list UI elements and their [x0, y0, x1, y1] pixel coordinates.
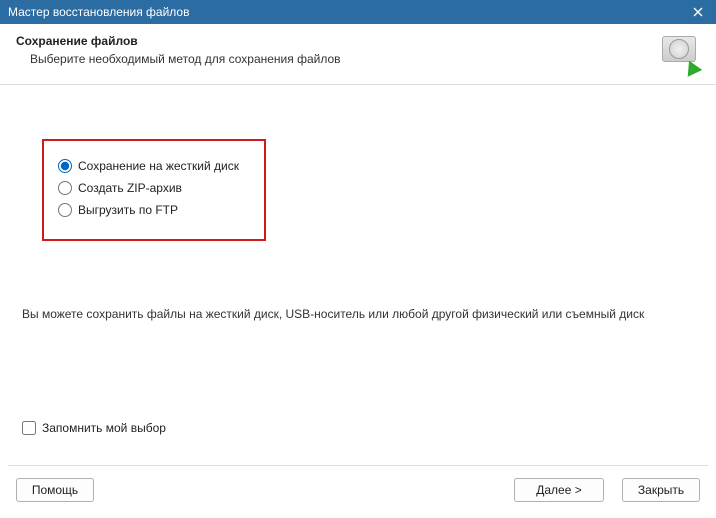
radio-label: Создать ZIP-архив [78, 181, 182, 195]
radio-save-to-disk[interactable] [58, 159, 72, 173]
method-description: Вы можете сохранить файлы на жесткий дис… [22, 307, 694, 321]
radio-upload-ftp[interactable] [58, 203, 72, 217]
window-close-button[interactable] [688, 2, 708, 22]
help-button[interactable]: Помощь [16, 478, 94, 502]
window-title: Мастер восстановления файлов [8, 5, 189, 19]
wizard-header-text: Сохранение файлов Выберите необходимый м… [16, 34, 341, 66]
button-bar-right: Далее > Закрыть [514, 478, 700, 502]
page-subtitle: Выберите необходимый метод для сохранени… [30, 52, 341, 66]
radio-label: Выгрузить по FTP [78, 203, 178, 217]
option-save-to-disk[interactable]: Сохранение на жесткий диск [58, 159, 250, 173]
option-create-zip[interactable]: Создать ZIP-архив [58, 181, 250, 195]
titlebar: Мастер восстановления файлов [0, 0, 716, 24]
remember-checkbox[interactable] [22, 421, 36, 435]
wizard-content: Сохранение на жесткий диск Создать ZIP-а… [0, 85, 716, 465]
button-bar: Помощь Далее > Закрыть [0, 466, 716, 516]
close-icon [693, 7, 703, 17]
page-title: Сохранение файлов [16, 34, 341, 48]
option-upload-ftp[interactable]: Выгрузить по FTP [58, 203, 250, 217]
remember-label: Запомнить мой выбор [42, 421, 166, 435]
hard-drive-recovery-icon [660, 34, 700, 74]
save-method-group: Сохранение на жесткий диск Создать ZIP-а… [42, 139, 266, 241]
remember-choice-row[interactable]: Запомнить мой выбор [22, 421, 166, 435]
radio-create-zip[interactable] [58, 181, 72, 195]
radio-label: Сохранение на жесткий диск [78, 159, 239, 173]
close-button[interactable]: Закрыть [622, 478, 700, 502]
next-button[interactable]: Далее > [514, 478, 604, 502]
wizard-header: Сохранение файлов Выберите необходимый м… [0, 24, 716, 85]
